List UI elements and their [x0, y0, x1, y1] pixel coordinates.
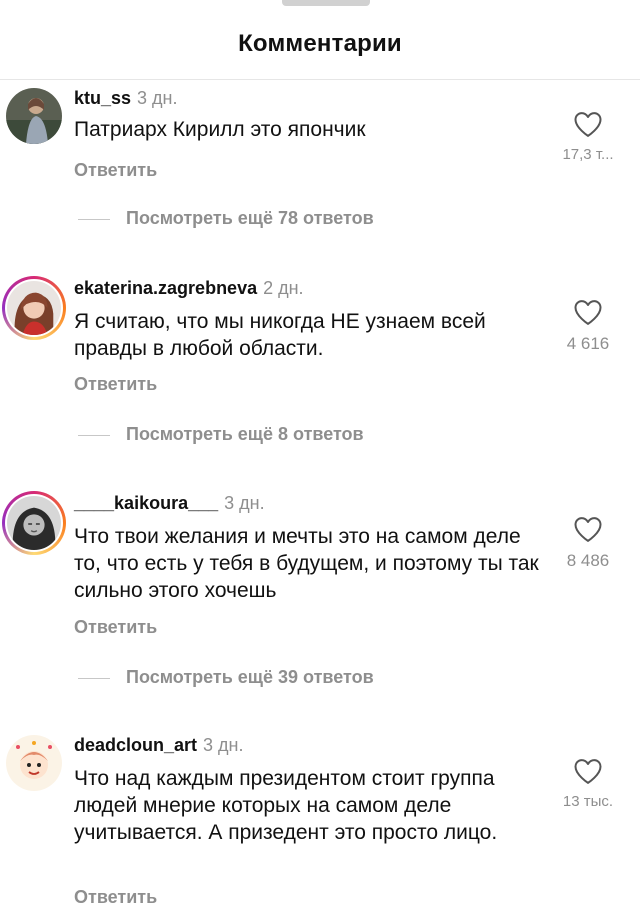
avatar-picture — [7, 496, 61, 550]
view-more-replies-label: Посмотреть ещё 78 ответов — [126, 208, 374, 228]
story-ring — [5, 279, 63, 337]
avatar[interactable] — [2, 276, 66, 340]
comment-text: Я считаю, что мы никогда НЕ узнаем всей … — [74, 310, 486, 360]
like-count: 13 тыс. — [562, 793, 614, 810]
comment-username[interactable]: ekaterina.zagrebneva — [74, 278, 257, 298]
comment-item: ____kaikoura___ 3 дн. Что твои желания и … — [0, 491, 640, 703]
comment-text: Патриарх Кирилл это япончик — [74, 118, 366, 141]
comment-username[interactable]: ____kaikoura___ — [74, 493, 218, 513]
heart-outline-icon[interactable] — [573, 757, 603, 785]
replies-divider-line — [78, 219, 110, 220]
comment-meta: ktu_ss 3 дн. — [74, 88, 178, 109]
comment-time: 3 дн. — [137, 88, 178, 108]
avatar[interactable] — [2, 491, 66, 555]
story-ring — [5, 494, 63, 552]
heart-outline-icon[interactable] — [573, 298, 603, 326]
avatar-image — [7, 281, 61, 335]
heart-outline-icon[interactable] — [573, 110, 603, 138]
comment-item: ktu_ss 3 дн. Патриарх Кирилл это япончик … — [0, 88, 640, 238]
like-control: 17,3 т... — [562, 110, 614, 163]
view-more-replies-label: Посмотреть ещё 8 ответов — [126, 424, 364, 444]
avatar-image — [7, 496, 61, 550]
view-more-replies-label: Посмотреть ещё 39 ответов — [126, 667, 374, 687]
reply-button[interactable]: Ответить — [74, 374, 157, 395]
like-count: 8 486 — [566, 551, 610, 570]
comment-username[interactable]: deadcloun_art — [74, 735, 197, 755]
like-count: 17,3 т... — [562, 146, 614, 163]
page-title: Комментарии — [238, 30, 402, 57]
comment-item: deadcloun_art 3 дн. Что над каждым презид… — [0, 735, 640, 915]
avatar[interactable] — [6, 88, 62, 144]
comment-text: Что твои желания и мечты это на самом де… — [74, 525, 539, 602]
avatar-image — [6, 88, 62, 144]
comments-header: Комментарии — [0, 0, 640, 80]
heart-outline-icon[interactable] — [573, 515, 603, 543]
replies-divider-line — [78, 435, 110, 436]
comment-username[interactable]: ktu_ss — [74, 88, 131, 108]
avatar[interactable] — [6, 735, 62, 791]
avatar-image — [6, 735, 62, 791]
like-count: 4 616 — [566, 334, 610, 353]
avatar-picture — [7, 281, 61, 335]
comment-meta: deadcloun_art 3 дн. — [74, 735, 244, 756]
comment-item: ekaterina.zagrebneva 2 дн. Я считаю, что … — [0, 276, 640, 458]
comment-meta: ekaterina.zagrebneva 2 дн. — [74, 278, 304, 299]
like-control: 8 486 — [562, 515, 614, 571]
replies-divider-line — [78, 678, 110, 679]
comment-time: 2 дн. — [263, 278, 304, 298]
reply-button[interactable]: Ответить — [74, 617, 157, 638]
comment-time: 3 дн. — [224, 493, 265, 513]
like-control: 4 616 — [562, 298, 614, 354]
comment-time: 3 дн. — [203, 735, 244, 755]
like-control: 13 тыс. — [562, 757, 614, 810]
reply-button[interactable]: Ответить — [74, 160, 157, 181]
comment-meta: ____kaikoura___ 3 дн. — [74, 493, 265, 514]
comment-text: Что над каждым президентом стоит группа … — [74, 767, 498, 844]
reply-button[interactable]: Ответить — [74, 887, 157, 908]
